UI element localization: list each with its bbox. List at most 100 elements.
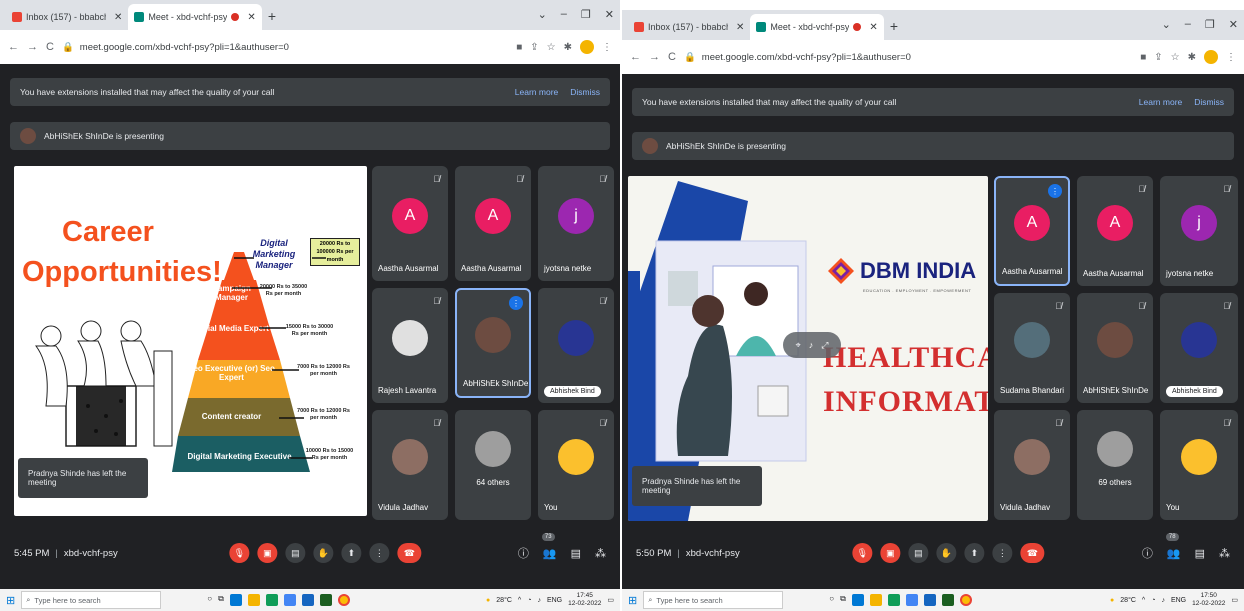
back-icon[interactable]: ←: [8, 41, 19, 53]
system-clock[interactable]: 17:50 12-02-2022: [1192, 592, 1225, 608]
camera-toggle-button[interactable]: ▣: [880, 543, 901, 563]
taskbar-search[interactable]: ⌕ Type here to search: [21, 591, 162, 609]
chevron-down-icon[interactable]: ⌄: [538, 8, 547, 21]
minimize-button[interactable]: –: [561, 8, 567, 21]
cortana-icon[interactable]: ○: [829, 594, 834, 606]
volume-icon[interactable]: ♪: [537, 597, 541, 604]
menu-icon[interactable]: ⋮: [602, 42, 612, 53]
activities-icon[interactable]: ⁂: [1219, 547, 1230, 560]
volume-icon[interactable]: ♪: [1161, 597, 1165, 604]
close-icon[interactable]: ✕: [114, 12, 122, 23]
edge-icon[interactable]: [229, 594, 242, 606]
tray-chevron-icon[interactable]: ^: [518, 597, 521, 604]
participant-tile[interactable]: 🎙̸ j jyotsna netke: [538, 166, 614, 281]
chat-icon[interactable]: ▤: [571, 547, 581, 560]
excel-icon[interactable]: [319, 594, 332, 606]
system-clock[interactable]: 17:45 12-02-2022: [568, 592, 601, 608]
participant-tile[interactable]: 🎙̸ Vidula Jadhav: [994, 410, 1070, 520]
tab-inbox[interactable]: Inbox (157) - bbabchecollege@g✕: [6, 4, 128, 30]
participant-tile[interactable]: 🎙̸ AbHiShEk ShInDe: [1077, 293, 1153, 403]
participant-tile[interactable]: 🎙̸ Abhishek Bind: [538, 288, 614, 403]
store-icon[interactable]: [887, 594, 900, 606]
profile-avatar[interactable]: [580, 40, 594, 54]
participant-tile[interactable]: 🎙̸ Vidula Jadhav: [372, 410, 448, 520]
taskbar-search[interactable]: ⌕ Type here to search: [643, 591, 784, 609]
activities-icon[interactable]: ⁂: [595, 547, 606, 560]
profile-avatar[interactable]: [1204, 50, 1218, 64]
camera-icon[interactable]: ■: [516, 42, 522, 53]
others-tile[interactable]: 69 others: [1077, 410, 1153, 520]
close-window-button[interactable]: ✕: [605, 8, 614, 21]
cortana-icon[interactable]: ○: [207, 594, 212, 606]
captions-button[interactable]: ▤: [908, 543, 929, 563]
tray-chevron-icon[interactable]: ^: [1142, 597, 1145, 604]
task-view-icon[interactable]: ⧉: [840, 594, 846, 606]
share-icon[interactable]: ⇪: [530, 42, 538, 53]
mail-icon[interactable]: [905, 594, 918, 606]
back-icon[interactable]: ←: [630, 51, 641, 63]
info-icon[interactable]: ⓘ: [1142, 545, 1153, 561]
self-tile[interactable]: 🎙̸ You: [1160, 410, 1238, 520]
fullscreen-icon[interactable]: ⤢: [821, 340, 828, 351]
captions-button[interactable]: ▤: [285, 543, 306, 563]
file-explorer-icon[interactable]: [247, 594, 260, 606]
close-icon[interactable]: ✕: [736, 22, 744, 33]
people-icon[interactable]: 👥: [543, 547, 557, 560]
windows-start-icon[interactable]: ⊞: [6, 594, 15, 607]
present-button[interactable]: ⬆: [341, 543, 362, 563]
maximize-button[interactable]: ❐: [581, 8, 591, 21]
leave-call-button[interactable]: ☎: [397, 543, 422, 563]
chrome-icon[interactable]: [337, 594, 350, 606]
participant-tile[interactable]: 🎙̸ A Aastha Ausarmal: [372, 166, 448, 281]
tab-meet[interactable]: Meet - xbd-vchf-psy ✕: [128, 4, 262, 30]
mic-toggle-button[interactable]: 🎙: [852, 543, 873, 563]
new-tab-button[interactable]: +: [262, 8, 282, 30]
camera-toggle-button[interactable]: ▣: [257, 543, 278, 563]
task-view-icon[interactable]: ⧉: [218, 594, 224, 606]
share-icon[interactable]: ⇪: [1154, 52, 1162, 63]
leave-call-button[interactable]: ☎: [1020, 543, 1045, 563]
raise-hand-button[interactable]: ✋: [313, 543, 334, 563]
extensions-icon[interactable]: ✱: [1188, 52, 1196, 63]
reload-icon[interactable]: C: [668, 51, 676, 63]
others-tile[interactable]: 64 others: [455, 410, 531, 520]
people-icon[interactable]: 👥: [1167, 547, 1181, 560]
chat-icon[interactable]: ▤: [1195, 547, 1205, 560]
new-tab-button[interactable]: +: [884, 18, 904, 40]
volume-icon[interactable]: ♪: [809, 340, 814, 350]
present-button[interactable]: ⬆: [964, 543, 985, 563]
notifications-icon[interactable]: ▭: [607, 596, 614, 604]
address-bar[interactable]: 🔒 meet.google.com/xbd-vchf-psy?pli=1&auth…: [62, 35, 508, 59]
camera-icon[interactable]: ■: [1140, 52, 1146, 63]
network-icon[interactable]: ◔: [527, 597, 531, 604]
word-icon[interactable]: [301, 594, 314, 606]
info-icon[interactable]: ⓘ: [518, 545, 529, 561]
address-bar[interactable]: 🔒 meet.google.com/xbd-vchf-psy?pli=1&auth…: [684, 45, 1132, 69]
participant-tile[interactable]: 🎙̸ j jyotsna netke: [1160, 176, 1238, 286]
more-options-button[interactable]: ⋮: [369, 543, 390, 563]
raise-hand-button[interactable]: ✋: [936, 543, 957, 563]
presentation-controls[interactable]: ⌖ ♪ ⤢: [783, 332, 841, 358]
self-tile[interactable]: 🎙̸ You: [538, 410, 614, 520]
tab-meet[interactable]: Meet - xbd-vchf-psy ✕: [750, 14, 884, 40]
close-window-button[interactable]: ✕: [1229, 18, 1238, 31]
edge-icon[interactable]: [851, 594, 864, 606]
chevron-down-icon[interactable]: ⌄: [1162, 18, 1171, 31]
participant-tile[interactable]: 🎙̸ Sudama Bhandari: [994, 293, 1070, 403]
excel-icon[interactable]: [941, 594, 954, 606]
word-icon[interactable]: [923, 594, 936, 606]
participant-tile-speaking[interactable]: ⋮ A Aastha Ausarmal: [994, 176, 1070, 286]
learn-more-link[interactable]: Learn more: [515, 87, 558, 97]
star-icon[interactable]: ☆: [547, 42, 556, 53]
windows-start-icon[interactable]: ⊞: [628, 594, 637, 607]
store-icon[interactable]: [265, 594, 278, 606]
forward-icon[interactable]: →: [27, 41, 38, 53]
mail-icon[interactable]: [283, 594, 296, 606]
participant-tile[interactable]: 🎙̸ Rajesh Lavantra: [372, 288, 448, 403]
dismiss-button[interactable]: Dismiss: [1194, 97, 1224, 107]
more-options-button[interactable]: ⋮: [992, 543, 1013, 563]
menu-icon[interactable]: ⋮: [1226, 52, 1236, 63]
participant-tile[interactable]: 🎙̸ Abhishek Bind: [1160, 293, 1238, 403]
minimize-button[interactable]: –: [1185, 18, 1191, 31]
chrome-icon[interactable]: [959, 594, 972, 606]
